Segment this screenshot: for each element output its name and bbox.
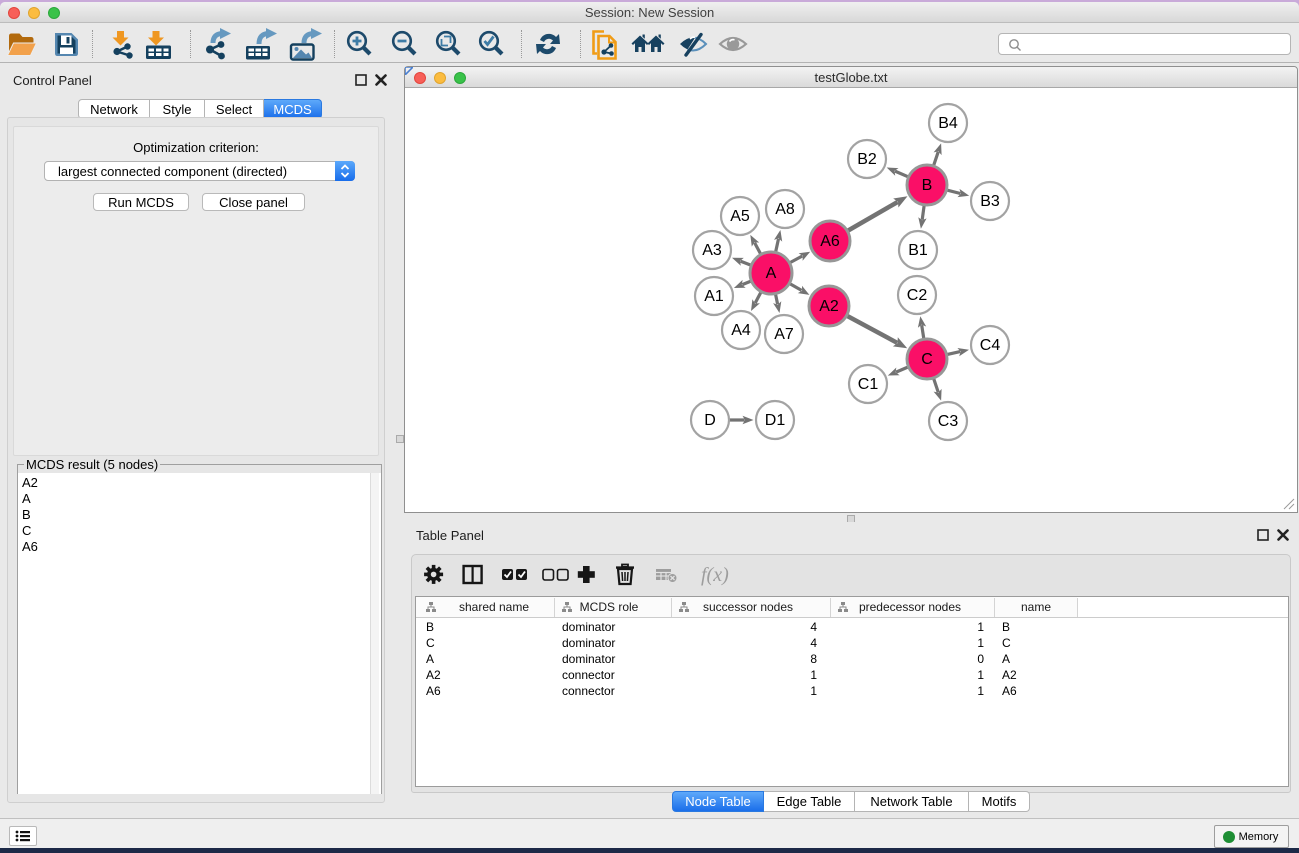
svg-text:A2: A2 xyxy=(426,668,441,682)
svg-text:8: 8 xyxy=(810,652,817,666)
svg-text:A6: A6 xyxy=(1002,684,1017,698)
svg-text:B3: B3 xyxy=(980,193,1000,210)
svg-text:MCDS role: MCDS role xyxy=(580,600,639,614)
svg-text:dominator: dominator xyxy=(562,652,615,666)
svg-text:A3: A3 xyxy=(702,242,722,259)
svg-text:B: B xyxy=(426,620,434,634)
svg-text:A7: A7 xyxy=(774,326,794,343)
svg-text:C: C xyxy=(426,636,435,650)
svg-text:C1: C1 xyxy=(858,376,879,393)
svg-text:A8: A8 xyxy=(775,201,795,218)
svg-text:A: A xyxy=(1002,652,1010,666)
svg-text:A2: A2 xyxy=(819,298,839,315)
svg-text:successor nodes: successor nodes xyxy=(703,600,793,614)
svg-text:B1: B1 xyxy=(908,242,928,259)
svg-text:B: B xyxy=(1002,620,1010,634)
svg-text:A: A xyxy=(766,265,777,282)
svg-text:C: C xyxy=(1002,636,1011,650)
svg-text:D1: D1 xyxy=(765,412,786,429)
svg-text:B2: B2 xyxy=(857,151,877,168)
svg-text:1: 1 xyxy=(810,668,817,682)
svg-text:A6: A6 xyxy=(820,233,840,250)
svg-text:dominator: dominator xyxy=(562,636,615,650)
svg-text:1: 1 xyxy=(977,668,984,682)
svg-text:name: name xyxy=(1021,600,1051,614)
svg-text:connector: connector xyxy=(562,684,615,698)
svg-text:B4: B4 xyxy=(938,115,958,132)
svg-text:A1: A1 xyxy=(704,288,724,305)
svg-text:1: 1 xyxy=(977,684,984,698)
svg-text:C3: C3 xyxy=(938,413,959,430)
svg-text:connector: connector xyxy=(562,668,615,682)
svg-text:predecessor nodes: predecessor nodes xyxy=(859,600,961,614)
svg-text:B: B xyxy=(922,177,933,194)
svg-text:C2: C2 xyxy=(907,287,928,304)
svg-text:A6: A6 xyxy=(426,684,441,698)
svg-text:4: 4 xyxy=(810,636,817,650)
svg-text:A4: A4 xyxy=(731,322,751,339)
svg-text:A: A xyxy=(426,652,434,666)
svg-text:C4: C4 xyxy=(980,337,1001,354)
svg-text:A2: A2 xyxy=(1002,668,1017,682)
svg-text:shared name: shared name xyxy=(459,600,529,614)
svg-text:0: 0 xyxy=(977,652,984,666)
svg-text:1: 1 xyxy=(810,684,817,698)
svg-text:f(x): f(x) xyxy=(701,564,729,586)
svg-text:A5: A5 xyxy=(730,208,750,225)
svg-text:4: 4 xyxy=(810,620,817,634)
svg-text:dominator: dominator xyxy=(562,620,615,634)
svg-text:C: C xyxy=(921,351,933,368)
svg-text:1: 1 xyxy=(977,620,984,634)
svg-text:D: D xyxy=(704,412,716,429)
svg-text:1: 1 xyxy=(977,636,984,650)
